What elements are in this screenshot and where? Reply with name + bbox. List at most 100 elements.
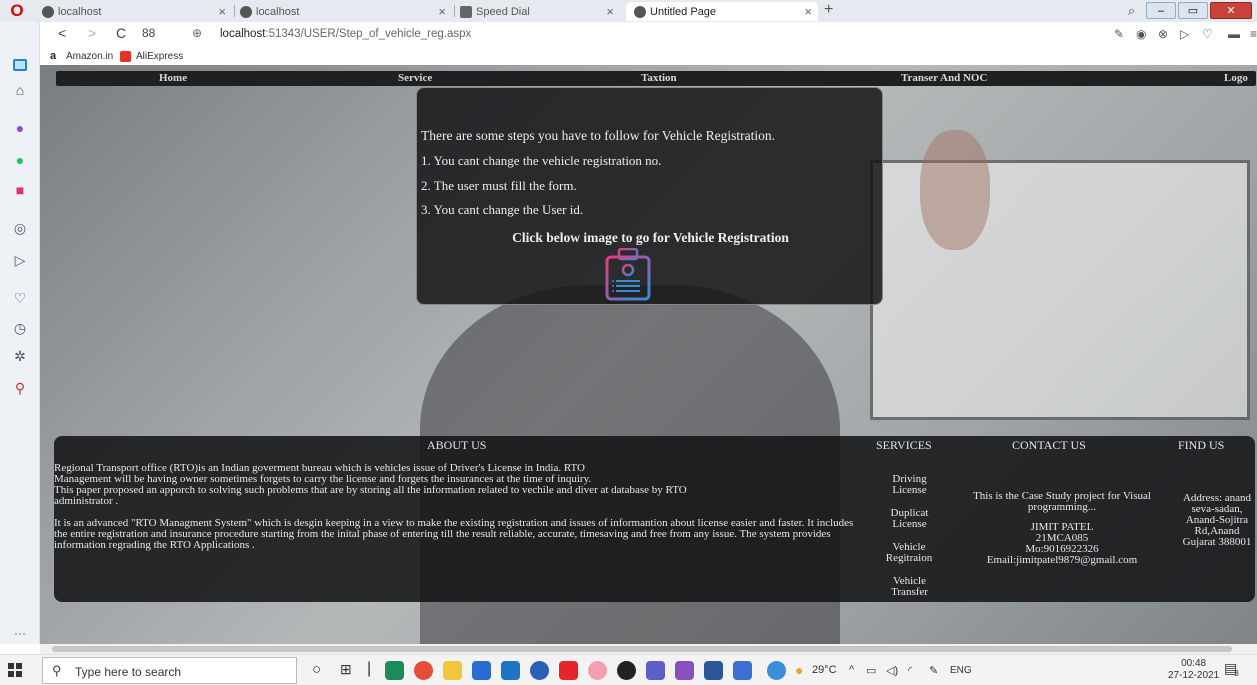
tab-speed-dial[interactable]: Speed Dial ×	[460, 2, 620, 21]
site-navbar: Home Service Taxtion Transer And NOC Log…	[56, 71, 1256, 86]
tab-label: Speed Dial	[476, 5, 530, 18]
minimize-button[interactable]: –	[1146, 2, 1176, 19]
history-icon[interactable]: ◷	[0, 320, 40, 337]
edge-icon[interactable]	[385, 661, 404, 680]
word-icon[interactable]	[704, 661, 723, 680]
battery-icon[interactable]: ▬	[1228, 27, 1240, 41]
clock-date: 27-12-2021	[1168, 670, 1220, 681]
taskbar-divider: |	[367, 660, 372, 677]
browser-sidebar: ⌂ ● ● ■ ◎ ▷ ♡ ◷ ✲ ⚲ ···	[0, 22, 40, 644]
windows-taskbar: ⚲ Type here to search ○ ⊞ | ● 29°C ^ ▭ ◁…	[0, 654, 1257, 685]
player-icon[interactable]: ◎	[0, 220, 40, 237]
bookmark-label: AliExpress	[136, 51, 184, 62]
about-us-heading: ABOUT US	[427, 438, 487, 452]
nav-transfer-noc[interactable]: Transer And NOC	[901, 72, 987, 84]
word-mobile-icon[interactable]	[530, 661, 549, 680]
services-heading: SERVICES	[876, 438, 932, 452]
tab-untitled-page[interactable]: Untitled Page ×	[626, 2, 818, 21]
tab-localhost-1[interactable]: localhost ×	[42, 2, 232, 21]
github-icon[interactable]	[617, 661, 636, 680]
close-window-button[interactable]: ✕	[1210, 2, 1252, 19]
whatsapp-icon[interactable]: ●	[0, 152, 40, 168]
cortana-icon[interactable]: ○	[312, 661, 321, 678]
menu-icon[interactable]: ≡	[1250, 27, 1257, 41]
nav-home[interactable]: Home	[159, 72, 187, 84]
vehicle-registration-icon[interactable]	[602, 247, 654, 301]
tab-label: Untitled Page	[650, 5, 717, 18]
step-1: 1. You cant change the vehicle registrat…	[421, 153, 662, 168]
registration-steps-panel: There are some steps you have to follow …	[416, 87, 883, 305]
extensions-icon[interactable]: ✲	[0, 348, 40, 365]
forward-icon[interactable]: >	[88, 25, 96, 41]
taskbar-clock[interactable]: 00:48 27-12-2021	[1168, 658, 1219, 682]
youtube-icon[interactable]	[559, 661, 578, 680]
volume-icon[interactable]: ◁)	[886, 664, 898, 677]
nav-service[interactable]: Service	[398, 72, 432, 84]
opera-logo-icon[interactable]: O	[6, 1, 28, 21]
service-duplicate-license[interactable]: Duplicat License	[882, 508, 937, 530]
background-photo-head	[920, 130, 990, 250]
tab-close-button[interactable]: ×	[804, 4, 812, 19]
about-paragraph: This paper proposed an apporch to solvin…	[54, 484, 687, 507]
mail-icon[interactable]	[501, 661, 520, 680]
more-icon[interactable]: ···	[0, 626, 40, 640]
instagram-icon[interactable]: ■	[0, 182, 40, 198]
bookmarks-bar: a Amazon.in AliExpress	[40, 48, 1257, 65]
site-info-icon[interactable]: ⊕	[192, 26, 202, 40]
messenger-icon[interactable]: ●	[0, 120, 40, 136]
pen-icon[interactable]: ✎	[929, 664, 938, 677]
new-tab-button[interactable]: +	[824, 1, 833, 19]
desktop-app-icon[interactable]	[733, 661, 752, 680]
scrollbar-thumb[interactable]	[52, 646, 1232, 652]
tab-close-button[interactable]: ×	[218, 4, 226, 19]
adblock-icon[interactable]: ⊗	[1158, 27, 1168, 41]
nav-logo[interactable]: Logo	[1224, 72, 1248, 84]
contact-us-heading: CONTACT US	[1012, 438, 1086, 452]
search-tabs-icon[interactable]: ⌕	[1128, 3, 1135, 19]
language-indicator[interactable]: ENG	[950, 665, 972, 676]
file-explorer-icon[interactable]	[443, 661, 462, 680]
heart-icon[interactable]: ♡	[1202, 27, 1213, 41]
speed-dial-grid-button[interactable]: 88	[142, 26, 155, 40]
back-icon[interactable]: <	[58, 25, 66, 41]
home-icon[interactable]: ⌂	[0, 82, 40, 98]
globe-icon	[634, 5, 646, 18]
help-icon[interactable]	[767, 661, 786, 680]
bookmark-amazon[interactable]: a Amazon.in	[50, 51, 113, 63]
teams-icon[interactable]	[646, 661, 665, 680]
address-bar[interactable]: localhost:51343/USER/Step_of_vehicle_reg…	[220, 28, 471, 40]
weather-temperature[interactable]: 29°C	[812, 664, 837, 676]
store-icon[interactable]	[472, 661, 491, 680]
chrome-icon[interactable]	[414, 661, 433, 680]
reload-icon[interactable]: C	[116, 25, 126, 41]
service-vehicle-transfer[interactable]: Vehicle Transfer	[882, 576, 937, 598]
visual-studio-icon[interactable]	[675, 661, 694, 680]
network-icon[interactable]: ◜	[908, 664, 912, 677]
task-view-icon[interactable]: ⊞	[340, 661, 352, 678]
nav-taxtion[interactable]: Taxtion	[641, 72, 677, 84]
weather-icon[interactable]: ●	[795, 662, 803, 678]
send-icon[interactable]: ▷	[0, 252, 40, 269]
windows-start-icon[interactable]	[8, 663, 22, 677]
bookmark-aliexpress[interactable]: AliExpress	[120, 51, 183, 62]
workspace-icon[interactable]	[0, 58, 40, 74]
tab-localhost-2[interactable]: localhost ×	[240, 2, 452, 21]
registration-cta: Click below image to go for Vehicle Regi…	[512, 230, 789, 245]
pin-icon[interactable]: ⚲	[0, 380, 40, 397]
service-vehicle-registration[interactable]: Vehicle Regitraion	[879, 542, 939, 564]
notification-icon[interactable]: ▤3	[1224, 660, 1242, 678]
flow-icon[interactable]: ▷	[1180, 27, 1189, 41]
maximize-button[interactable]: ▭	[1178, 2, 1208, 19]
heart-icon[interactable]: ♡	[0, 290, 40, 307]
show-hidden-icons[interactable]: ^	[849, 664, 854, 676]
search-placeholder: Type here to search	[75, 665, 182, 679]
battery-tray-icon[interactable]: ▭	[866, 664, 876, 677]
taskbar-search-input[interactable]: ⚲ Type here to search	[42, 657, 297, 684]
camera-icon[interactable]: ◉	[1136, 27, 1146, 41]
edit-icon[interactable]: ✎	[1114, 27, 1124, 41]
tab-close-button[interactable]: ×	[606, 4, 614, 19]
service-driving-license[interactable]: Driving License	[882, 474, 937, 496]
paint-icon[interactable]	[588, 661, 607, 680]
tab-close-button[interactable]: ×	[438, 4, 446, 19]
horizontal-scrollbar[interactable]	[40, 644, 1257, 654]
